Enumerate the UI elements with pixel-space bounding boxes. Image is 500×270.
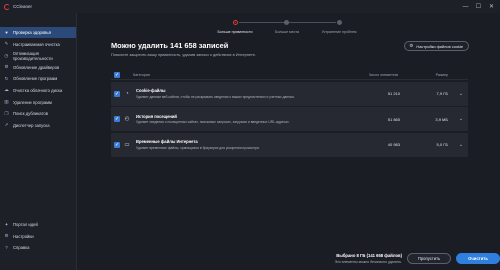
row-count: 51 210 <box>387 91 400 96</box>
speed-icon: ◷ <box>4 52 9 58</box>
sidebar-item-label: Портал идей <box>13 222 38 228</box>
column-category: Категория <box>133 73 150 77</box>
ccleaner-logo-icon <box>4 3 10 10</box>
step-connector <box>289 22 336 23</box>
table-header: ✓ Категория Число элементов Размер <box>111 71 468 80</box>
row-description: Удаляет временные файлы, хранящиеся в бр… <box>136 145 260 150</box>
sidebar-item-software-updater[interactable]: ↻ Обновление программ <box>0 73 76 84</box>
row-size: 7,9 ГБ <box>436 91 448 96</box>
rocket-icon: ➚ <box>4 122 9 128</box>
window-controls: — ☐ ✕ <box>460 2 497 11</box>
maximize-button[interactable]: ☐ <box>473 2 484 11</box>
copy-icon: ❐ <box>4 110 9 116</box>
table-row[interactable]: ✓ ◔ Cookie-файлы Удаляет данные веб-сайт… <box>111 81 468 106</box>
row-count: 40 983 <box>387 142 400 147</box>
bulb-icon: ✦ <box>4 221 9 227</box>
file-icon: ▭ <box>124 141 130 148</box>
row-checkbox[interactable]: ✓ <box>114 116 120 122</box>
row-title: Cookie-файлы <box>136 88 166 94</box>
column-count: Число элементов <box>368 73 398 77</box>
minimize-button[interactable]: — <box>460 2 471 11</box>
sidebar-item-startup-manager[interactable]: ➚ Диспетчер запуска <box>0 120 76 131</box>
sidebar-item-label: Настройки <box>13 233 34 239</box>
select-all-checkbox[interactable]: ✓ <box>114 72 120 78</box>
cookie-settings-button[interactable]: ⚙ Настройки файлов cookie <box>404 41 469 51</box>
row-title: Временные файлы Интернета <box>136 139 198 145</box>
step-dot <box>284 20 289 25</box>
row-checkbox[interactable]: ✓ <box>114 90 120 97</box>
sidebar-item-driver-updater[interactable]: ⚙ Обновление драйверов <box>0 62 76 73</box>
heart-icon: ♥ <box>5 30 8 35</box>
row-title: История посещений <box>136 113 177 119</box>
broom-icon: ✎ <box>4 41 9 47</box>
row-count: 51 865 <box>387 116 400 122</box>
sidebar-item-settings[interactable]: ⚙ Настройки <box>0 231 77 242</box>
table-row[interactable]: ✓ ◴ История посещений Удаляет сведения о… <box>111 107 468 131</box>
row-checkbox[interactable]: ✓ <box>114 141 120 148</box>
sidebar-item-label: Обновление драйверов <box>13 64 60 70</box>
selected-total: Выбрано 8 ГБ (141 658 файлов) <box>336 253 402 258</box>
sidebar-item-health-check[interactable]: ♥ Проверка здоровья <box>0 27 76 38</box>
safe-note: Эти элементы можно безопасно удалить. <box>334 259 402 264</box>
title-bar: CCleaner — ☐ ✕ <box>0 0 500 13</box>
sidebar-item-uninstall[interactable]: ▥ Удаление программ <box>0 97 76 108</box>
gear-icon: ⚙ <box>409 43 414 48</box>
row-size: 5,0 ГБ <box>436 142 448 147</box>
page-title: Можно удалить 141 658 записей <box>111 41 229 50</box>
sidebar-item-label: Очистка облачного диска <box>13 87 63 93</box>
page-subtitle: Помогите защитить вашу приватность, удал… <box>111 52 256 57</box>
close-button[interactable]: ✕ <box>486 2 497 11</box>
chevron-down-icon[interactable]: ⌄ <box>454 116 468 122</box>
app-name: CCleaner <box>13 4 33 9</box>
sidebar-item-label: Диспетчер запуска <box>13 122 50 128</box>
progress-stepper: Больше приватности Больше места Устранен… <box>218 18 371 38</box>
sidebar-item-label: Настраиваемая очистка <box>13 41 60 47</box>
sidebar-item-label: Удаление программ <box>13 99 52 105</box>
sidebar-item-ideas-portal[interactable]: ✦ Портал идей <box>0 219 77 230</box>
step-label-problems: Устранение проблем <box>321 30 357 34</box>
chevron-down-icon[interactable]: ⌄ <box>454 91 468 97</box>
step-connector <box>239 22 284 23</box>
sidebar-item-label: Оптимизация производительности <box>12 50 53 61</box>
refresh-icon: ↻ <box>4 75 9 81</box>
step-label-privacy: Больше приватности <box>217 30 253 34</box>
step-label-space: Больше места <box>275 30 299 34</box>
sidebar-item-performance[interactable]: ◷ Оптимизация производительности <box>0 50 76 61</box>
table-row[interactable]: ✓ ▭ Временные файлы Интернета Удаляет вр… <box>111 132 468 157</box>
gear-icon: ⚙ <box>4 64 9 70</box>
chevron-down-icon[interactable]: ⌄ <box>454 142 468 148</box>
cloud-icon: ☁ <box>4 87 9 93</box>
step-dot-active <box>233 20 238 25</box>
cleanup-table: ✓ Категория Число элементов Размер ✓ ◔ C… <box>111 71 468 157</box>
cookie-settings-label: Настройки файлов cookie <box>416 43 463 49</box>
row-size: 3,9 МБ <box>435 116 448 122</box>
selection-summary: Выбрано 8 ГБ (141 658 файлов) Эти элемен… <box>335 253 402 264</box>
sidebar-item-label: Поиск дубликатов <box>13 111 48 117</box>
sidebar: ♥ Проверка здоровья ✎ Настраиваемая очис… <box>0 13 77 270</box>
sidebar-nav: ♥ Проверка здоровья ✎ Настраиваемая очис… <box>0 27 76 131</box>
sidebar-item-custom-clean[interactable]: ✎ Настраиваемая очистка <box>0 39 76 50</box>
trash-icon: ▥ <box>4 99 9 105</box>
sidebar-item-label: Обновление программ <box>13 76 58 82</box>
sidebar-bottom: ✦ Портал идей ⚙ Настройки ? Справка <box>0 219 77 254</box>
settings-icon: ⚙ <box>4 233 9 239</box>
help-icon: ? <box>5 245 8 251</box>
sidebar-item-cloud-clean[interactable]: ☁ Очистка облачного диска <box>0 85 76 96</box>
sidebar-item-duplicate-finder[interactable]: ❐ Поиск дубликатов <box>0 108 76 119</box>
row-description: Удаляет сведения о посещенных сайтах, по… <box>136 120 290 125</box>
clean-button[interactable]: Очистить <box>456 253 500 264</box>
sidebar-item-label: Справка <box>13 245 30 251</box>
sidebar-item-label: Проверка здоровья <box>13 30 51 35</box>
skip-button[interactable]: Пропустить <box>407 253 451 264</box>
column-size: Размер <box>435 73 448 77</box>
sidebar-item-help[interactable]: ? Справка <box>0 242 77 253</box>
row-description: Удаляет данные веб-сайтов, чтобы не раск… <box>136 94 295 99</box>
cookie-icon: ◔ <box>125 90 129 97</box>
main-content: Больше приватности Больше места Устранен… <box>77 13 500 270</box>
history-icon: ◴ <box>124 116 130 122</box>
step-dot <box>337 20 342 25</box>
